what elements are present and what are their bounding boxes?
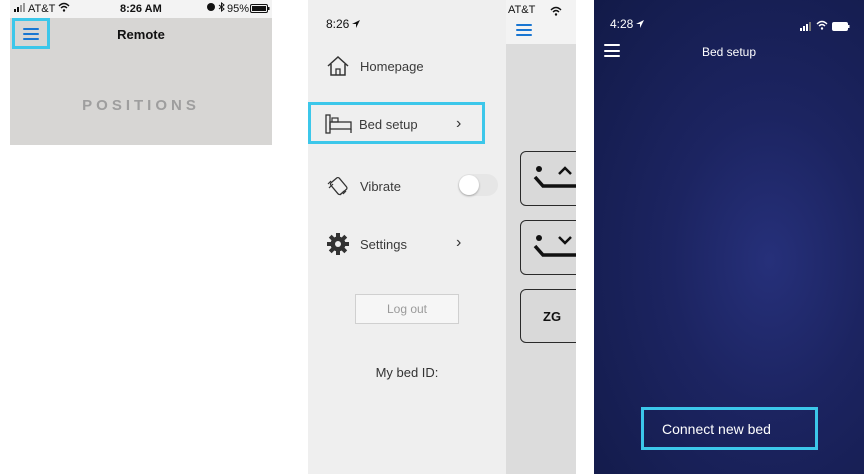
location-arrow-icon — [352, 20, 361, 28]
battery-percent: 95% — [227, 3, 250, 15]
alarm-icon — [206, 2, 216, 15]
logout-button[interactable]: Log out — [355, 294, 459, 324]
vibrate-toggle[interactable] — [458, 174, 498, 196]
connect-new-bed-button[interactable]: Connect new bed — [641, 407, 818, 450]
chevron-right-icon: › — [456, 115, 462, 132]
bed-head-down-icon — [533, 235, 576, 257]
bluetooth-icon — [218, 1, 225, 15]
toggle-knob — [459, 175, 479, 195]
zg-label: ZG — [543, 308, 562, 324]
status-time: 4:28 — [610, 17, 645, 31]
menu-item-bed-setup[interactable]: Bed setup › — [308, 102, 485, 144]
carrier-label: AT&T — [28, 3, 56, 15]
menu-item-label: Vibrate — [360, 178, 401, 194]
menu-item-label: Settings — [360, 236, 407, 252]
battery-icon — [250, 4, 270, 16]
status-bar-peek: AT&T — [506, 0, 576, 44]
bed-icon — [325, 114, 352, 134]
menu-item-homepage[interactable]: Homepage — [326, 54, 424, 78]
zero-gravity-button[interactable]: ZG — [520, 289, 576, 343]
side-menu: 8:26 Homepage Bed setup › Vibrate Settin… — [308, 0, 506, 474]
signal-icon — [800, 18, 812, 36]
menu-item-vibrate: Vibrate — [326, 174, 401, 198]
chevron-right-icon: › — [456, 234, 462, 251]
status-time-text: 4:28 — [610, 17, 634, 31]
status-bar: AT&T 8:26 AM 95% — [10, 0, 272, 18]
bed-id-label: My bed ID: — [375, 365, 439, 380]
location-arrow-icon — [636, 20, 645, 28]
vibrate-icon — [327, 176, 348, 196]
header-title: Remote — [117, 27, 165, 42]
signal-icon — [14, 3, 26, 15]
positions-label: POSITIONS — [82, 97, 200, 114]
menu-item-settings[interactable]: Settings — [326, 232, 407, 256]
bed-head-up-icon — [533, 166, 576, 188]
head-up-button[interactable] — [520, 151, 576, 206]
carrier-label: AT&T — [508, 4, 536, 16]
connect-label: Connect new bed — [662, 420, 771, 437]
hamburger-icon[interactable] — [516, 24, 532, 36]
status-time: 8:26 AM — [120, 3, 162, 15]
status-time-text: 8:26 — [326, 17, 350, 31]
wifi-icon — [58, 2, 70, 15]
menu-item-label: Bed setup — [359, 116, 418, 132]
bed-setup-screen: 4:28 Bed setup Connect new bed — [594, 0, 864, 474]
wifi-icon — [816, 17, 828, 35]
remote-screen: AT&T 8:26 AM 95% Remote POSITIONS — [10, 0, 272, 145]
wifi-icon — [550, 3, 562, 21]
remote-screen-peek: AT&T ZG — [506, 0, 576, 474]
head-down-button[interactable] — [520, 220, 576, 275]
gear-icon — [327, 233, 349, 255]
bed-setup-row: Bed setup — [325, 113, 418, 135]
battery-icon — [832, 18, 850, 36]
page-title: Bed setup — [701, 45, 757, 59]
status-time: 8:26 — [326, 17, 361, 31]
menu-item-label: Homepage — [360, 58, 424, 74]
home-icon — [327, 55, 349, 76]
